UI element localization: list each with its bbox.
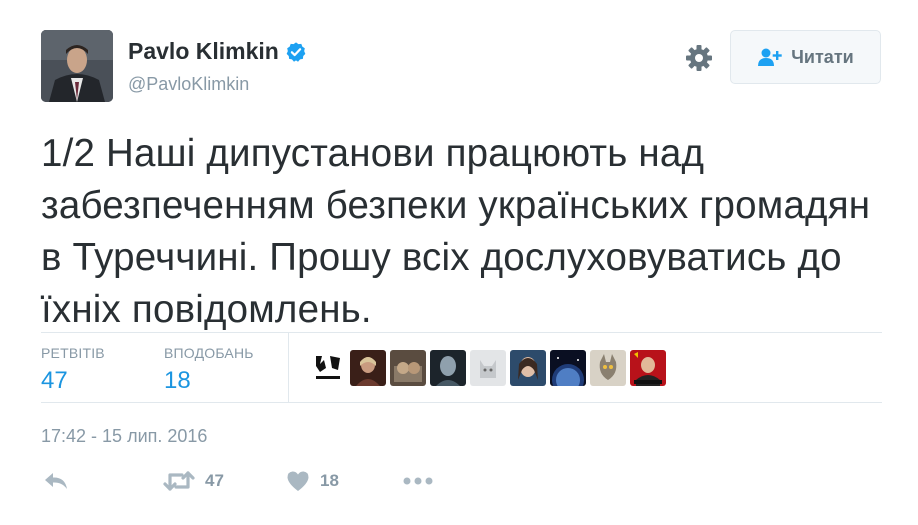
user-name-text: Pavlo Klimkin <box>128 38 279 64</box>
verified-badge-icon <box>286 41 306 62</box>
heart-icon <box>287 471 309 491</box>
reply-icon <box>45 473 67 489</box>
liker-avatar-1[interactable] <box>310 350 346 386</box>
follow-button-label: Читати <box>791 46 854 67</box>
avatar-photo <box>41 30 113 102</box>
avatar[interactable] <box>41 30 113 102</box>
retweets-label: РЕТВІТІВ <box>41 345 105 361</box>
tweet-actions: 47 18 <box>41 470 541 500</box>
like-count: 18 <box>320 471 339 490</box>
likers-list <box>310 350 666 386</box>
more-dots-icon <box>403 477 433 485</box>
user-name[interactable]: Pavlo Klimkin <box>128 38 307 65</box>
reply-button[interactable] <box>43 470 69 492</box>
liker-avatar-4[interactable] <box>430 350 466 386</box>
liker-avatar-5[interactable] <box>470 350 506 386</box>
liker-avatar-6[interactable] <box>510 350 546 386</box>
like-button[interactable]: 18 <box>286 470 339 492</box>
tweet-text: 1/2 Наші дипустанови працюють над забезп… <box>41 132 871 331</box>
liker-avatar-2[interactable] <box>350 350 386 386</box>
retweet-button[interactable]: 47 <box>163 470 224 492</box>
follow-button[interactable]: Читати <box>730 30 881 84</box>
liker-avatar-7[interactable] <box>550 350 586 386</box>
tweet-card: Pavlo Klimkin @PavloKlimkin Читати 1/2 Н… <box>0 0 918 525</box>
gear-icon[interactable] <box>684 43 714 73</box>
likes-label: ВПОДОБАНЬ <box>164 345 254 361</box>
liker-avatar-8[interactable] <box>590 350 626 386</box>
tweet-stats: РЕТВІТІВ 47 ВПОДОБАНЬ 18 <box>41 332 882 403</box>
user-handle[interactable]: @PavloKlimkin <box>128 74 249 95</box>
retweets-stat[interactable]: РЕТВІТІВ 47 <box>41 345 105 395</box>
add-user-icon <box>758 48 782 66</box>
tweet-timestamp[interactable]: 17:42 - 15 лип. 2016 <box>41 426 207 447</box>
liker-avatar-9[interactable] <box>630 350 666 386</box>
retweets-count: 47 <box>41 367 68 394</box>
more-button[interactable] <box>403 476 433 486</box>
liker-avatar-3[interactable] <box>390 350 426 386</box>
likes-count: 18 <box>164 367 191 394</box>
likes-stat[interactable]: ВПОДОБАНЬ 18 <box>164 345 254 395</box>
stats-divider <box>288 333 289 403</box>
retweet-count: 47 <box>205 471 224 490</box>
retweet-icon <box>163 471 195 491</box>
